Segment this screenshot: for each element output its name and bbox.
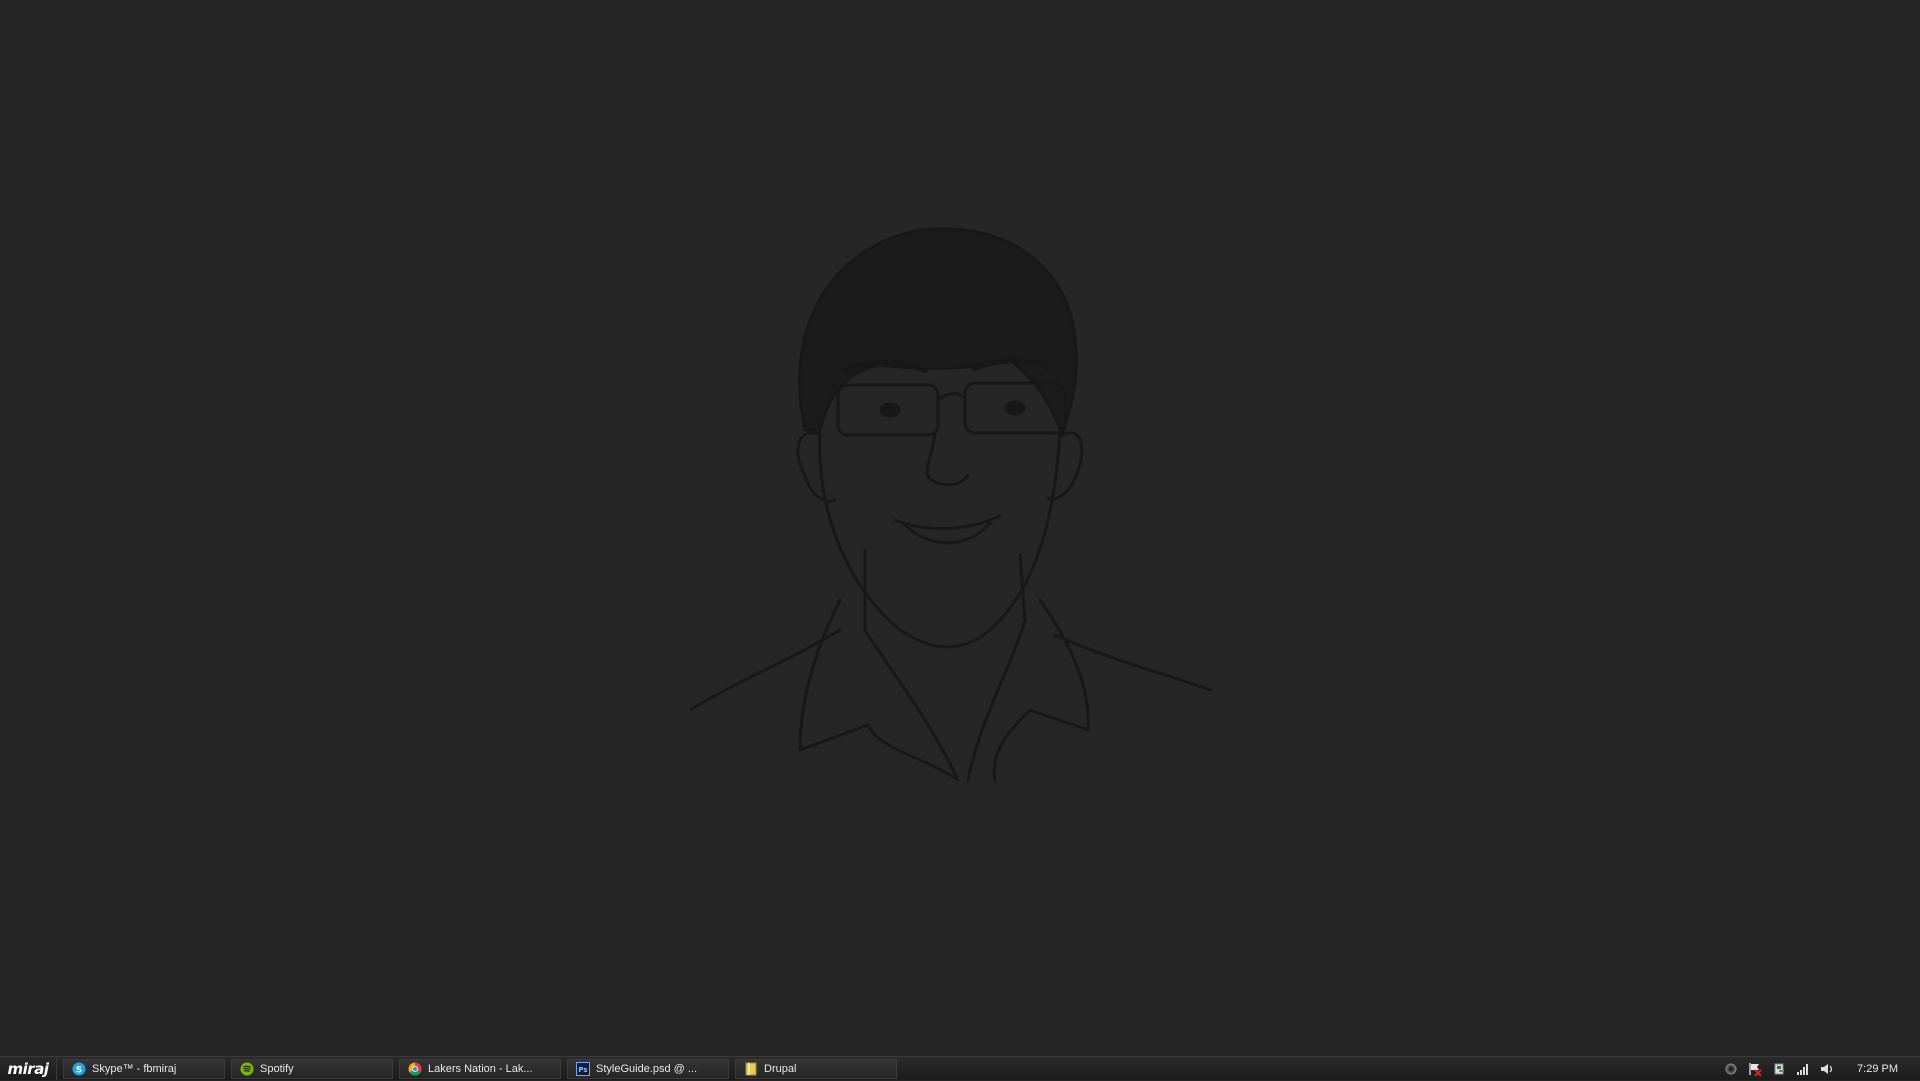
taskbar: miraj S Skype™ - fbmiraj Spotify Lakers …	[0, 1056, 1920, 1080]
flag-icon[interactable]	[1747, 1061, 1763, 1077]
taskbar-item-drupal-folder[interactable]: Drupal	[735, 1058, 897, 1079]
folder-icon	[745, 1062, 757, 1075]
taskbar-item-label: Lakers Nation - Lak...	[428, 1062, 533, 1075]
network-signal-icon[interactable]	[1795, 1061, 1811, 1077]
safely-remove-icon[interactable]	[1771, 1061, 1787, 1077]
taskbar-item-label: StyleGuide.psd @ ...	[596, 1062, 698, 1075]
spotify-icon	[240, 1062, 254, 1075]
taskbar-item-label: Drupal	[764, 1062, 797, 1075]
taskbar-item-label: Spotify	[260, 1062, 294, 1075]
record-icon[interactable]	[1723, 1061, 1739, 1077]
start-button[interactable]: miraj	[0, 1057, 57, 1080]
clock[interactable]: 7:29 PM	[1843, 1063, 1920, 1075]
taskbar-item-skype[interactable]: S Skype™ - fbmiraj	[63, 1058, 225, 1079]
svg-text:S: S	[76, 1065, 82, 1075]
system-tray: 7:29 PM	[1723, 1057, 1920, 1081]
skype-icon: S	[72, 1062, 86, 1075]
svg-text:Ps: Ps	[578, 1066, 587, 1074]
portrait-sketch-wallpaper	[690, 227, 1212, 782]
volume-icon[interactable]	[1819, 1061, 1835, 1077]
taskbar-item-photoshop[interactable]: Ps StyleGuide.psd @ ...	[567, 1058, 729, 1079]
taskbar-item-chrome[interactable]: Lakers Nation - Lak...	[399, 1058, 561, 1079]
taskbar-item-spotify[interactable]: Spotify	[231, 1058, 393, 1079]
chrome-icon	[408, 1062, 422, 1075]
desktop[interactable]	[0, 0, 1920, 1056]
photoshop-icon: Ps	[576, 1061, 590, 1076]
taskbar-item-label: Skype™ - fbmiraj	[92, 1062, 177, 1075]
